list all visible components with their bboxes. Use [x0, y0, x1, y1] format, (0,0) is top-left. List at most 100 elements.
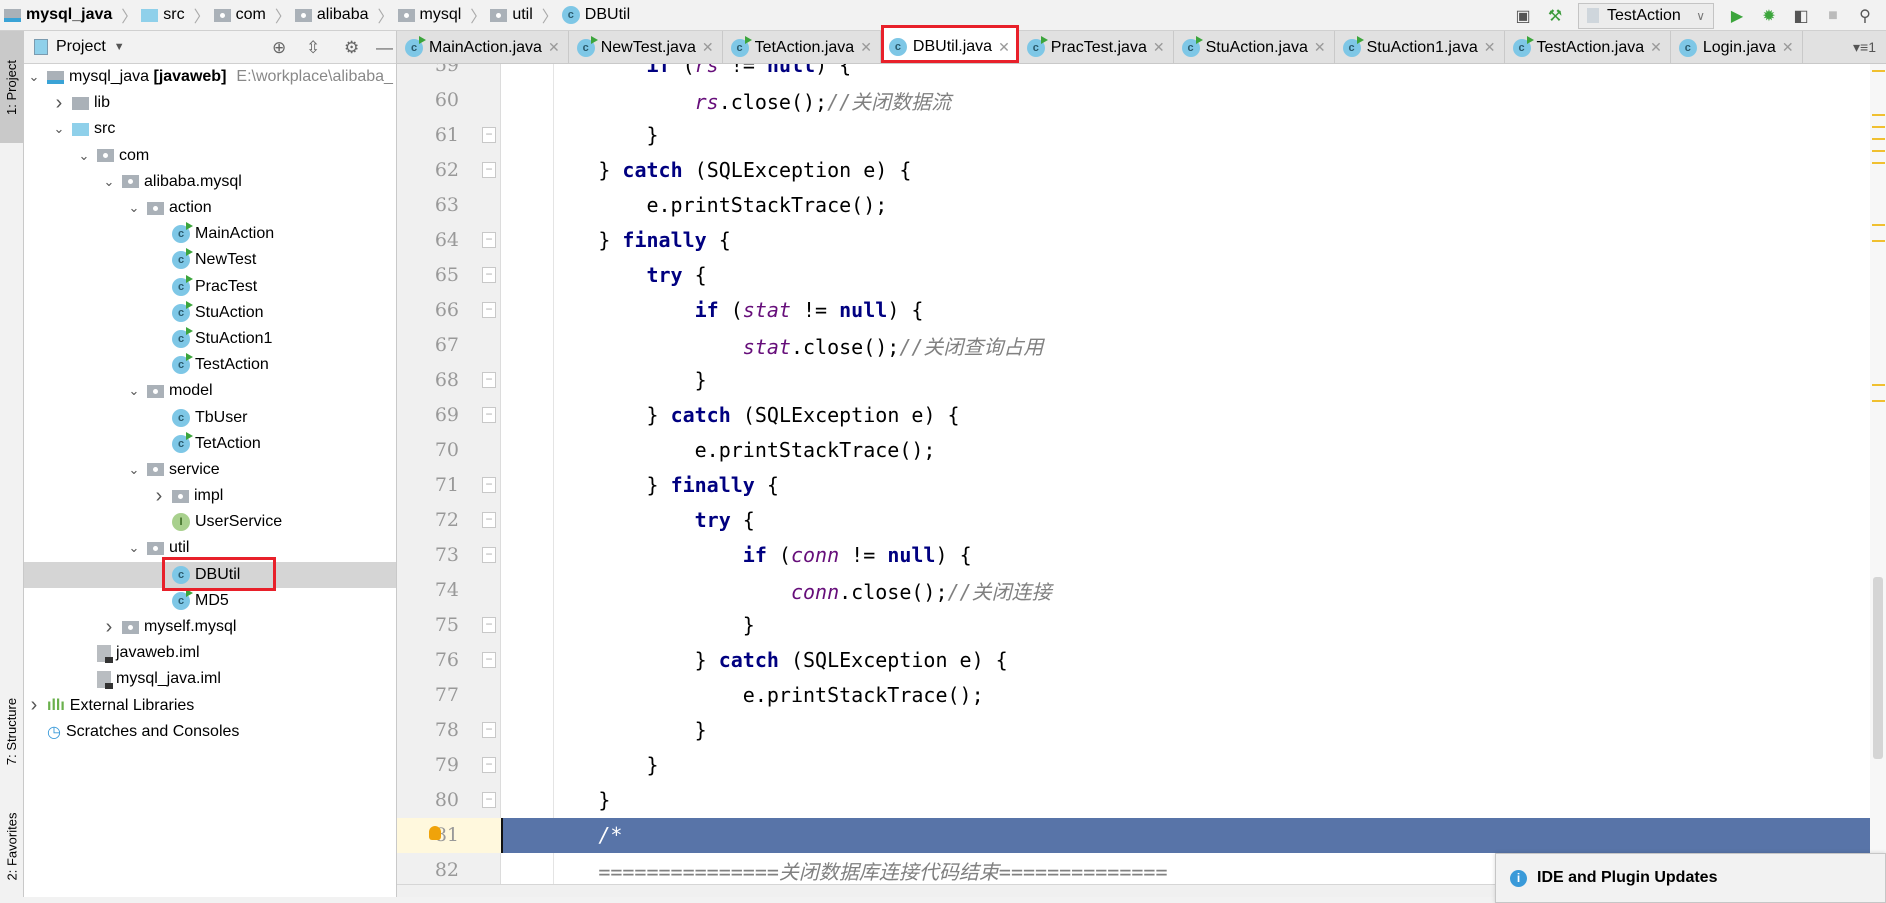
tree-item-stuaction1[interactable]: c StuAction1 [24, 326, 396, 352]
tree-item-practest[interactable]: c PracTest [24, 274, 396, 300]
tree-item-tbuser[interactable]: c TbUser [24, 404, 396, 430]
warning-stripe-mark[interactable] [1872, 162, 1885, 164]
chevron-right-icon[interactable]: › [24, 694, 44, 717]
fold-marker-icon[interactable]: − [482, 616, 496, 633]
gear-icon[interactable]: ⚙ [344, 38, 359, 58]
project-tool-tab[interactable]: 1: Project [0, 31, 23, 143]
close-tab-icon[interactable]: ✕ [860, 39, 872, 56]
tree-item-stuaction[interactable]: c StuAction [24, 300, 396, 326]
debug-bug-icon[interactable]: ✹ [1760, 7, 1778, 25]
tree-item-external-libraries[interactable]: › ıllı External Libraries [24, 693, 396, 719]
build-hammer-icon[interactable]: ⚒ [1546, 7, 1564, 25]
breadcrumb-item[interactable]: alibaba 〉 [294, 3, 394, 27]
tree-item-mysql-java-iml[interactable]: mysql_java.iml [24, 666, 396, 692]
warning-stripe-mark[interactable] [1872, 138, 1885, 140]
tab-practest-java[interactable]: c PracTest.java ✕ [1019, 31, 1174, 64]
tree-item-impl[interactable]: › impl [24, 483, 396, 509]
close-tab-icon[interactable]: ✕ [1484, 39, 1496, 56]
dropdown-arrow-icon[interactable]: ▼ [114, 41, 125, 53]
tree-item-md5[interactable]: c MD5 [24, 588, 396, 614]
locate-crosshair-icon[interactable]: ⊕ [272, 38, 286, 58]
search-icon[interactable]: ⚲ [1856, 7, 1874, 25]
tree-item-myself-mysql[interactable]: › myself.mysql [24, 614, 396, 640]
intention-bulb-icon[interactable] [429, 825, 441, 840]
warning-stripe-mark[interactable] [1872, 400, 1885, 402]
fold-marker-icon[interactable]: − [482, 231, 496, 248]
run-icon[interactable]: ▶ [1728, 7, 1746, 25]
warning-stripe-mark[interactable] [1872, 70, 1885, 72]
tree-item-newtest[interactable]: c NewTest [24, 247, 396, 273]
close-tab-icon[interactable]: ✕ [702, 39, 714, 56]
collapse-all-icon[interactable]: ⇳ [306, 38, 320, 58]
breadcrumb-item[interactable]: src 〉 [141, 3, 210, 27]
chevron-down-icon[interactable]: ⌄ [124, 200, 144, 216]
warning-stripe-mark[interactable] [1872, 224, 1885, 226]
editor-scrollbar[interactable] [1870, 64, 1886, 884]
warning-stripe-mark[interactable] [1872, 114, 1885, 116]
tree-item-model[interactable]: ⌄ model [24, 378, 396, 404]
tab-stuaction-java[interactable]: c StuAction.java ✕ [1174, 31, 1335, 64]
tree-item-alibaba-mysql[interactable]: ⌄ alibaba.mysql [24, 169, 396, 195]
chevron-down-icon[interactable]: ⌄ [124, 540, 144, 556]
close-tab-icon[interactable]: ✕ [998, 39, 1010, 56]
tree-item-testaction[interactable]: c TestAction [24, 352, 396, 378]
chevron-down-icon[interactable]: ⌄ [124, 462, 144, 478]
favorites-tool-tab[interactable]: 2: Favorites [0, 796, 23, 896]
fold-marker-icon[interactable]: − [482, 371, 496, 388]
tree-item-src[interactable]: ⌄ src [24, 116, 396, 142]
fold-marker-icon[interactable]: − [482, 791, 496, 808]
structure-tool-tab[interactable]: 7: Structure [0, 671, 23, 791]
tree-item-scratches-and-consoles[interactable]: ◷ Scratches and Consoles [24, 719, 396, 745]
tab-login-java[interactable]: c Login.java ✕ [1671, 31, 1803, 64]
close-tab-icon[interactable]: ✕ [1153, 39, 1165, 56]
tree-item-mysql-java[interactable]: ⌄ mysql_java [javaweb] E:\workplace\alibab… [24, 64, 396, 90]
tab-overflow-menu[interactable]: ▾≡1 [1843, 31, 1886, 63]
run-with-coverage-icon[interactable]: ◧ [1792, 7, 1810, 25]
fold-marker-icon[interactable]: − [482, 301, 496, 318]
layout-icon[interactable]: ▣ [1514, 7, 1532, 25]
stop-icon[interactable]: ■ [1824, 7, 1842, 25]
chevron-right-icon[interactable]: › [149, 485, 169, 508]
fold-marker-icon[interactable]: − [482, 406, 496, 423]
chevron-down-icon[interactable]: ⌄ [49, 121, 69, 137]
chevron-right-icon[interactable]: › [99, 616, 119, 639]
tree-item-lib[interactable]: › lib [24, 90, 396, 116]
warning-stripe-mark[interactable] [1872, 240, 1885, 242]
fold-marker-icon[interactable]: − [482, 721, 496, 738]
scrollbar-thumb[interactable] [1873, 577, 1883, 759]
close-tab-icon[interactable]: ✕ [1782, 39, 1794, 56]
tree-item-com[interactable]: ⌄ com [24, 143, 396, 169]
hide-minus-icon[interactable]: — [376, 38, 393, 58]
tree-item-javaweb-iml[interactable]: javaweb.iml [24, 640, 396, 666]
chevron-down-icon[interactable]: ⌄ [99, 174, 119, 190]
code-editor[interactable]: 59 if (rs != null) {60 rs.close();//关闭数据流 6… [397, 64, 1886, 884]
fold-marker-icon[interactable]: − [482, 266, 496, 283]
breadcrumb-item[interactable]: mysql 〉 [397, 3, 486, 27]
warning-stripe-mark[interactable] [1872, 384, 1885, 386]
tree-item-tetaction[interactable]: c TetAction [24, 431, 396, 457]
chevron-down-icon[interactable]: ⌄ [24, 69, 44, 85]
tree-item-action[interactable]: ⌄ action [24, 195, 396, 221]
breadcrumb-item[interactable]: util 〉 [490, 3, 558, 27]
fold-marker-icon[interactable]: − [482, 756, 496, 773]
tree-item-service[interactable]: ⌄ service [24, 457, 396, 483]
tab-stuaction1-java[interactable]: c StuAction1.java ✕ [1335, 31, 1505, 64]
close-tab-icon[interactable]: ✕ [548, 39, 560, 56]
breadcrumb-item[interactable]: c DBUtil [561, 6, 630, 24]
fold-marker-icon[interactable]: − [482, 161, 496, 178]
close-tab-icon[interactable]: ✕ [1314, 39, 1326, 56]
chevron-down-icon[interactable]: ⌄ [74, 148, 94, 164]
tab-tetaction-java[interactable]: c TetAction.java ✕ [723, 31, 881, 64]
run-configuration-select[interactable]: TestAction ∨ [1578, 2, 1714, 29]
warning-stripe-mark[interactable] [1872, 150, 1885, 152]
tab-testaction-java[interactable]: c TestAction.java ✕ [1505, 31, 1671, 64]
tab-newtest-java[interactable]: c NewTest.java ✕ [569, 31, 723, 64]
fold-marker-icon[interactable]: − [482, 651, 496, 668]
chevron-down-icon[interactable]: ⌄ [124, 383, 144, 399]
breadcrumb-item[interactable]: com 〉 [213, 3, 291, 27]
chevron-right-icon[interactable]: › [49, 92, 69, 115]
tab-dbutil-java[interactable]: c DBUtil.java ✕ [880, 25, 1019, 63]
fold-marker-icon[interactable]: − [482, 476, 496, 493]
tree-item-mainaction[interactable]: c MainAction [24, 221, 396, 247]
warning-stripe-mark[interactable] [1872, 126, 1885, 128]
